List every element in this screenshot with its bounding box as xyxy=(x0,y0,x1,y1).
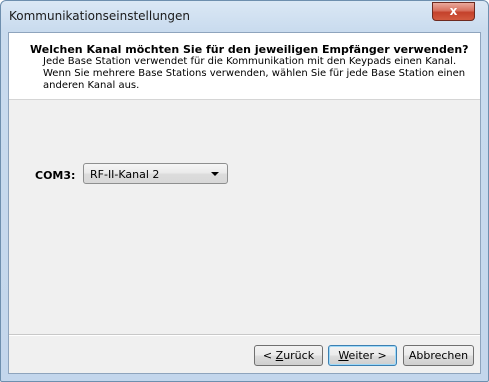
button-bar-divider xyxy=(9,334,480,336)
next-button-label: eiter > xyxy=(348,349,387,362)
channel-select[interactable]: RF-II-Kanal 2 xyxy=(83,163,228,184)
next-button-accesskey: W xyxy=(338,349,349,362)
back-button-label: urück xyxy=(283,349,315,362)
back-button[interactable]: < Zurück xyxy=(254,345,323,366)
title-bar[interactable]: Kommunikationseinstellungen x xyxy=(1,1,488,31)
close-icon: x xyxy=(449,4,458,18)
window-title: Kommunikationseinstellungen xyxy=(9,9,191,23)
close-button[interactable]: x xyxy=(432,2,475,21)
dialog-client-area: Welchen Kanal möchten Sie für den jeweil… xyxy=(8,32,481,374)
com-port-label: COM3: xyxy=(35,169,76,182)
dialog-window: Kommunikationseinstellungen x Welchen Ka… xyxy=(0,0,489,382)
wizard-heading: Welchen Kanal möchten Sie für den jeweil… xyxy=(30,43,469,56)
wizard-description: Jede Base Station verwendet für die Komm… xyxy=(43,56,466,91)
next-button[interactable]: Weiter > xyxy=(328,345,397,366)
back-button-prefix: < xyxy=(262,349,276,362)
channel-selected-value: RF-II-Kanal 2 xyxy=(90,168,160,181)
chevron-down-icon xyxy=(211,172,219,176)
cancel-button[interactable]: Abbrechen xyxy=(403,345,474,366)
wizard-header: Welchen Kanal möchten Sie für den jeweil… xyxy=(9,33,480,100)
